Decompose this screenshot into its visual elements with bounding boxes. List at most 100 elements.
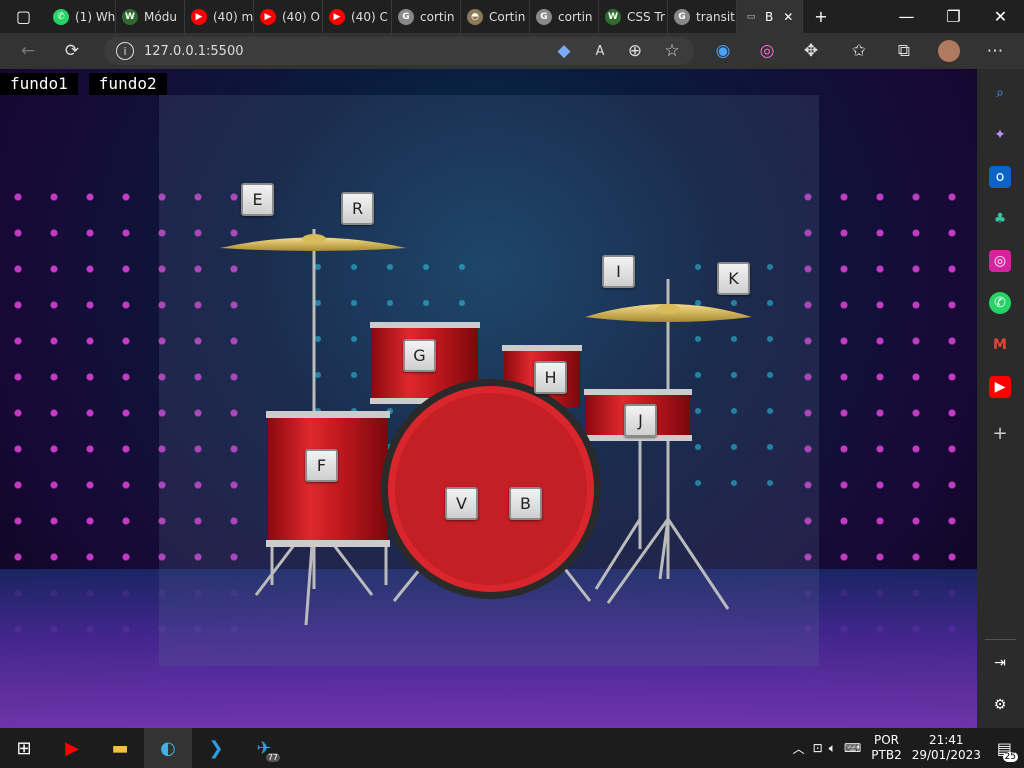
tab-label: (40) C	[351, 9, 388, 24]
outlook-icon[interactable]: o	[989, 166, 1011, 188]
add-sidebar-icon[interactable]: +	[989, 422, 1011, 444]
favorites-icon[interactable]: ✩	[841, 33, 877, 69]
settings-icon[interactable]: ⚙	[989, 694, 1011, 716]
profile-avatar[interactable]	[931, 33, 967, 69]
close-window-button[interactable]: ✕	[977, 0, 1024, 33]
drum-key-g[interactable]: G	[403, 339, 436, 372]
sidebar-divider	[985, 639, 1016, 640]
vscode-icon[interactable]: ❯	[192, 728, 240, 768]
search-icon[interactable]: ⌕	[989, 82, 1011, 104]
drum-key-v[interactable]: V	[445, 487, 478, 520]
drum-key-b[interactable]: B	[509, 487, 542, 520]
tab-0[interactable]: ✆ (1) Wh	[47, 0, 116, 33]
refresh-button[interactable]: ⟳	[54, 33, 90, 69]
taskbar: ⊞ ▶ ▬ ◐ ❯ ✈ 77 ︿ ⊡ 🔈︎ ⌨ POR PTB2 21:41 2…	[0, 728, 1024, 768]
hide-sidebar-icon[interactable]: ⇥	[989, 652, 1011, 674]
time-text: 21:41	[928, 733, 964, 747]
youtube-icon: ▶	[260, 8, 276, 25]
tag-icon[interactable]: ◆	[546, 33, 582, 69]
tab-label: transit	[696, 9, 735, 24]
back-button[interactable]: ←	[10, 33, 46, 69]
tab-10[interactable]: ▭ B ✕	[737, 0, 803, 33]
tab-3[interactable]: ▶ (40) O	[254, 0, 323, 33]
google-icon: G	[536, 8, 552, 25]
telegram-icon[interactable]: ✈ 77	[240, 728, 288, 768]
youtube-icon: ▶	[329, 8, 345, 25]
tab-label: cortin	[558, 9, 593, 24]
tab-label: cortin	[420, 9, 455, 24]
start-icon[interactable]: ⊞	[0, 728, 48, 768]
restore-button[interactable]: ❐	[930, 0, 977, 33]
more-menu-icon[interactable]: ⋯	[977, 33, 1013, 69]
close-tab-icon[interactable]: ✕	[783, 10, 793, 24]
notifications-icon[interactable]: ▤ 25	[997, 739, 1018, 762]
tab-label: (40) m	[213, 9, 254, 24]
tab-actions-icon[interactable]: ▢	[0, 0, 47, 33]
tab-6[interactable]: ◓ Cortin	[461, 0, 530, 33]
color-extension-icon[interactable]: ◎	[749, 33, 785, 69]
keyboard-icon[interactable]: ⌨	[844, 741, 861, 755]
tab-4[interactable]: ▶ (40) C	[323, 0, 392, 33]
address-toolbar: ← ⟳ i 127.0.0.1:5500 ◆ A ⊕ ☆ ◉ ◎ ✥ ✩ ⧉ ⋯	[0, 33, 1024, 69]
tab-5[interactable]: Gcortin	[392, 0, 461, 33]
youtube-app-icon[interactable]: ▶	[48, 728, 96, 768]
youtube-icon[interactable]: ▶	[989, 376, 1011, 398]
drum-key-k[interactable]: K	[717, 262, 750, 295]
site-info-icon[interactable]: i	[116, 42, 134, 60]
instagram-icon[interactable]: ◎	[989, 250, 1011, 272]
add-favorite-icon[interactable]: ☆	[654, 33, 690, 69]
w-icon: W	[605, 8, 621, 25]
google-icon: G	[398, 8, 414, 25]
tab-2[interactable]: ▶ (40) m	[185, 0, 254, 33]
read-aloud-icon[interactable]: A	[582, 33, 618, 69]
discover-icon[interactable]: ✦	[989, 124, 1011, 146]
page-icon: ▭	[746, 11, 756, 22]
whatsapp-icon: ✆	[53, 8, 69, 25]
drum-key-j[interactable]: J	[624, 404, 657, 437]
tab-label: Cortin	[489, 9, 526, 24]
tab-strip: ✆ (1) Wh W Módu ▶ (40) m ▶ (40) O ▶ (40) C Gcortin…	[47, 0, 803, 33]
network-icon[interactable]: ⊡	[813, 741, 823, 755]
youtube-icon: ▶	[191, 8, 207, 25]
tree-icon[interactable]: ♣	[989, 208, 1011, 230]
drum-key-r[interactable]: R	[341, 192, 374, 225]
background-links: fundo1 fundo2	[0, 73, 167, 95]
fundo2-link[interactable]: fundo2	[88, 73, 167, 95]
collections-icon[interactable]: ⧉	[886, 33, 922, 69]
volume-icon[interactable]: 🔈︎	[829, 741, 836, 756]
tab-7[interactable]: Gcortin	[530, 0, 599, 33]
date-text: 29/01/2023	[911, 748, 981, 762]
telegram-badge: 77	[265, 753, 280, 762]
drum-kit	[220, 229, 752, 626]
drum-key-e[interactable]: E	[241, 183, 274, 216]
tab-8[interactable]: W CSS Tr	[599, 0, 668, 33]
fundo1-link[interactable]: fundo1	[0, 73, 78, 95]
explorer-icon[interactable]: ▬	[96, 728, 144, 768]
drum-key-i[interactable]: I	[602, 255, 635, 288]
whatsapp-icon[interactable]: ✆	[989, 292, 1011, 314]
google-icon: G	[674, 8, 690, 25]
extensions-icon[interactable]: ✥	[793, 33, 829, 69]
tab-label: (1) Wh	[75, 9, 116, 24]
edge-icon[interactable]: ◐	[144, 728, 192, 768]
right-stand	[594, 279, 730, 610]
url-text: 127.0.0.1:5500	[144, 43, 244, 59]
tab-1[interactable]: W Módu	[116, 0, 185, 33]
bass-drum	[381, 379, 601, 602]
drum-key-h[interactable]: H	[534, 361, 567, 394]
clock[interactable]: 21:41 29/01/2023	[912, 733, 981, 763]
tab-label: CSS Tr	[627, 9, 665, 24]
tab-9[interactable]: Gtransit	[668, 0, 737, 33]
extension-icon[interactable]: ◉	[705, 33, 741, 69]
gmail-icon[interactable]: M	[989, 334, 1011, 356]
show-hidden-icon[interactable]: ︿	[793, 740, 805, 757]
zoom-icon[interactable]: ⊕	[617, 33, 653, 69]
left-cymbal	[220, 234, 406, 251]
lang-text: POR	[873, 733, 899, 747]
hat-icon: ◓	[467, 8, 483, 25]
language-indicator[interactable]: POR PTB2	[871, 733, 901, 763]
page-viewport: fundo1 fundo2 E R I K G H J F V B	[0, 69, 977, 728]
minimize-button[interactable]: —	[883, 0, 930, 33]
new-tab-button[interactable]: +	[803, 0, 839, 33]
drum-key-f[interactable]: F	[305, 449, 338, 482]
